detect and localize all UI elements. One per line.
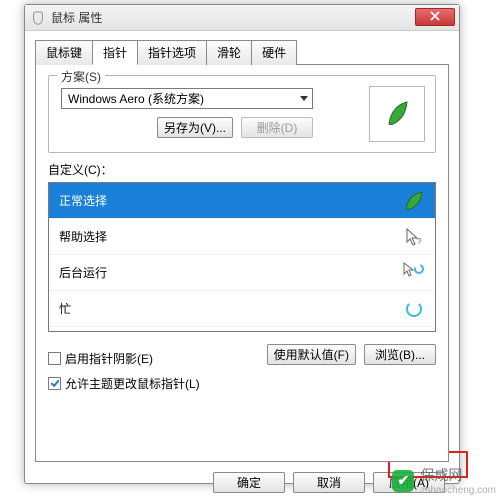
mouse-properties-window: 鼠标 属性 鼠标键 指针 指针选项 滑轮 硬件 方案(S) Windows Ae…	[24, 4, 460, 484]
dialog-buttons: 确定 取消 应用(A)	[35, 472, 449, 493]
checkbox-icon	[48, 352, 61, 365]
help-cursor-icon: ?	[403, 226, 425, 248]
close-icon	[430, 8, 440, 26]
scheme-selected: Windows Aero (系统方案)	[68, 90, 204, 107]
svg-text:?: ?	[417, 237, 422, 246]
list-item-label: 后台运行	[59, 264, 107, 281]
checkbox-checked-icon	[48, 377, 61, 390]
browse-button[interactable]: 浏览(B)...	[364, 344, 436, 365]
scheme-legend: 方案(S)	[57, 68, 105, 85]
tab-pointer-options[interactable]: 指针选项	[137, 40, 207, 65]
client-area: 鼠标键 指针 指针选项 滑轮 硬件 方案(S) Windows Aero (系统…	[25, 31, 459, 503]
watermark-url: zsbaocheng.com	[420, 485, 496, 496]
cursor-preview	[369, 86, 425, 142]
bg-cursor-icon	[403, 262, 425, 284]
list-item-label: 正常选择	[59, 192, 107, 209]
cursor-listbox[interactable]: 正常选择 帮助选择 ? 后台运行	[48, 182, 436, 332]
list-item[interactable]: 正常选择	[49, 183, 435, 219]
close-button[interactable]	[415, 8, 455, 26]
tab-hardware[interactable]: 硬件	[251, 40, 297, 65]
busy-cursor-icon	[403, 298, 425, 320]
watermark: ✔ 保成网 zsbaocheng.com	[392, 465, 496, 496]
shadow-label: 启用指针阴影(E)	[65, 350, 153, 367]
tab-panel-pointers: 方案(S) Windows Aero (系统方案) 另存为(V)... 删除(D…	[35, 64, 449, 462]
theme-checkbox-row[interactable]: 允许主题更改鼠标指针(L)	[48, 375, 436, 392]
window-title: 鼠标 属性	[51, 9, 102, 26]
list-item-label: 帮助选择	[59, 228, 107, 245]
scheme-group: 方案(S) Windows Aero (系统方案) 另存为(V)... 删除(D…	[48, 75, 436, 153]
watermark-brand: 保成网	[420, 467, 462, 483]
leaf-icon	[385, 100, 409, 128]
custom-legend: 自定义(C)：	[48, 161, 436, 178]
cancel-button[interactable]: 取消	[293, 472, 365, 493]
shadow-checkbox-row[interactable]: 启用指针阴影(E)	[48, 350, 153, 367]
use-defaults-button[interactable]: 使用默认值(F)	[267, 344, 356, 365]
leaf-cursor-icon	[403, 190, 425, 212]
save-as-button[interactable]: 另存为(V)...	[157, 117, 233, 138]
list-item[interactable]: 后台运行	[49, 255, 435, 291]
tab-pointers[interactable]: 指针	[92, 40, 138, 65]
tabstrip: 鼠标键 指针 指针选项 滑轮 硬件	[35, 39, 449, 64]
delete-button: 删除(D)	[241, 117, 313, 138]
chevron-down-icon	[300, 96, 308, 101]
tab-wheel[interactable]: 滑轮	[206, 40, 252, 65]
list-item[interactable]: 帮助选择 ?	[49, 219, 435, 255]
list-item-label: 忙	[59, 300, 71, 317]
scheme-combobox[interactable]: Windows Aero (系统方案)	[61, 88, 313, 109]
ok-button[interactable]: 确定	[213, 472, 285, 493]
mouse-icon	[31, 11, 45, 25]
titlebar[interactable]: 鼠标 属性	[25, 5, 459, 31]
shield-icon: ✔	[392, 470, 414, 492]
tab-buttons[interactable]: 鼠标键	[35, 40, 93, 65]
theme-label: 允许主题更改鼠标指针(L)	[65, 375, 200, 392]
list-item[interactable]: 忙	[49, 291, 435, 327]
